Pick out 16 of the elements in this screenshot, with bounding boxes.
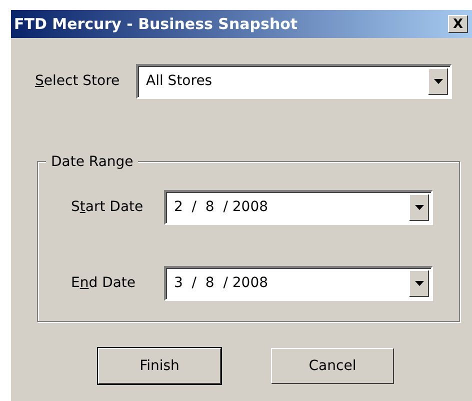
dropdown-button[interactable] [409, 270, 429, 297]
dropdown-field[interactable]: 3 / 8 / 2008 [164, 266, 433, 301]
window-title: FTD Mercury - Business Snapshot [14, 14, 298, 35]
close-button[interactable]: X [448, 15, 468, 33]
dropdown-button[interactable] [428, 68, 448, 95]
finish-button[interactable]: Finish [98, 348, 221, 384]
dropdown-field[interactable]: All Stores [136, 64, 452, 99]
caret-icon [414, 281, 424, 286]
field-label: Start Date [71, 198, 144, 217]
caret-icon [414, 205, 424, 210]
field-label: End Date [71, 274, 137, 293]
field-label: Select Store [35, 72, 121, 91]
dropdown-button[interactable] [409, 194, 429, 221]
caret-icon [434, 79, 442, 84]
dropdown-field[interactable]: 2 / 8 / 2008 [164, 190, 433, 225]
cancel-button[interactable]: Cancel [271, 348, 394, 384]
